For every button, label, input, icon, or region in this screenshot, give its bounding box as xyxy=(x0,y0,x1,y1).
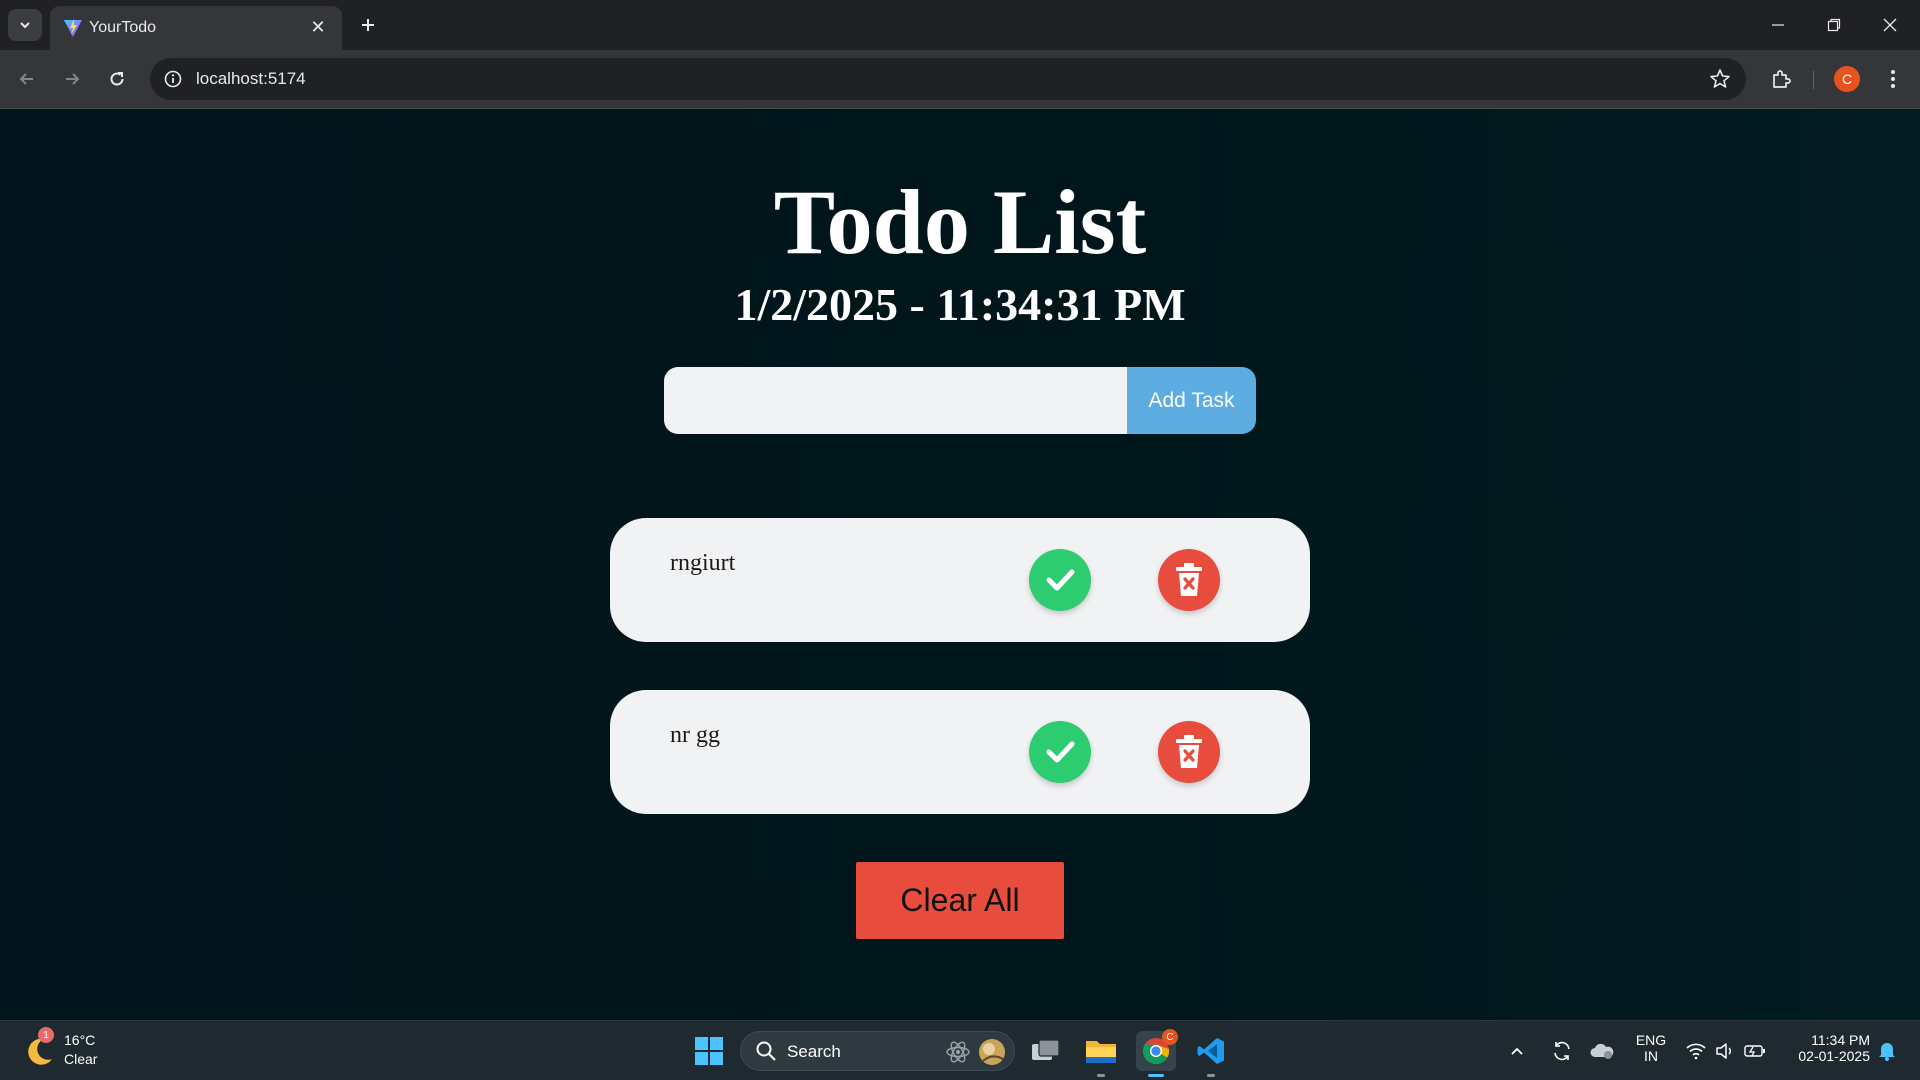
onedrive-tray-icon[interactable] xyxy=(1586,1031,1618,1071)
taskbar-search[interactable]: Search xyxy=(740,1031,1015,1071)
restore-icon xyxy=(1827,18,1841,32)
browser-tab-strip: YourTodo ✕ xyxy=(0,0,1920,50)
address-bar[interactable]: localhost:5174 xyxy=(150,58,1746,100)
close-icon xyxy=(1883,18,1897,32)
weather-temperature: 16°C xyxy=(64,1032,96,1048)
add-task-button[interactable]: Add Task xyxy=(1127,367,1256,434)
file-explorer-button[interactable] xyxy=(1081,1031,1121,1077)
running-indicator xyxy=(1207,1074,1215,1077)
check-icon xyxy=(1046,741,1075,763)
restore-button[interactable] xyxy=(1806,0,1862,50)
arrow-right-icon xyxy=(66,73,80,85)
add-task-form: Add Task xyxy=(664,367,1256,434)
wifi-icon[interactable] xyxy=(1681,1031,1711,1071)
weather-condition: Clear xyxy=(64,1051,98,1067)
search-label: Search xyxy=(787,1042,841,1061)
browser-toolbar: localhost:5174 C xyxy=(0,50,1920,109)
chrome-button[interactable]: C xyxy=(1136,1029,1178,1077)
windows-logo-icon xyxy=(695,1037,723,1065)
tab-search-button[interactable] xyxy=(8,9,42,41)
plus-icon xyxy=(362,19,374,31)
start-button[interactable] xyxy=(689,1031,729,1071)
url-text: localhost:5174 xyxy=(196,69,306,88)
trash-icon xyxy=(1176,563,1202,596)
todo-text: rngiurt xyxy=(670,550,736,576)
weather-widget[interactable]: 1 16°C Clear xyxy=(22,1027,132,1073)
search-icon xyxy=(756,1041,776,1061)
sync-tray-icon[interactable] xyxy=(1546,1031,1578,1071)
volume-icon[interactable] xyxy=(1710,1031,1740,1071)
close-window-button[interactable] xyxy=(1862,0,1918,50)
todo-text: nr gg xyxy=(670,722,720,748)
atom-icon xyxy=(946,1041,970,1063)
reload-button[interactable] xyxy=(100,62,134,96)
tab-close-icon[interactable]: ✕ xyxy=(306,15,330,39)
task-view-icon xyxy=(1032,1039,1060,1060)
bell-icon xyxy=(1879,1043,1895,1061)
chevron-down-icon xyxy=(20,22,30,29)
trash-icon xyxy=(1176,735,1202,768)
puzzle-icon xyxy=(1773,70,1791,88)
browser-menu-button[interactable] xyxy=(1876,62,1910,96)
more-vert-icon xyxy=(1891,70,1895,88)
task-view-button[interactable] xyxy=(1026,1031,1066,1071)
complete-button[interactable] xyxy=(1029,721,1091,783)
site-info-icon[interactable] xyxy=(160,66,186,92)
forward-button[interactable] xyxy=(55,62,89,96)
avatar: C xyxy=(1834,66,1860,92)
check-icon xyxy=(1046,569,1075,591)
windows-taskbar: 1 16°C Clear Search C ENG IN 11:34 PM 02… xyxy=(0,1020,1920,1080)
running-indicator xyxy=(1097,1074,1105,1077)
clock-date: 02-01-2025 xyxy=(1798,1048,1870,1064)
running-indicator xyxy=(1148,1074,1164,1077)
browser-tab-active[interactable]: YourTodo ✕ xyxy=(50,6,342,50)
task-input[interactable] xyxy=(664,367,1134,434)
current-datetime: 1/2/2025 - 11:34:31 PM xyxy=(734,279,1186,330)
language-indicator[interactable]: ENG IN xyxy=(1628,1032,1674,1064)
clock-time: 11:34 PM xyxy=(1811,1032,1870,1048)
battery-icon[interactable] xyxy=(1740,1031,1770,1071)
minimize-icon xyxy=(1772,24,1784,26)
weather-badge: 1 xyxy=(38,1027,54,1043)
clock[interactable]: 11:34 PM 02-01-2025 xyxy=(1780,1032,1870,1064)
todo-item: rngiurt xyxy=(610,518,1310,642)
folder-icon xyxy=(1086,1041,1116,1063)
chrome-profile-badge: C xyxy=(1162,1029,1178,1045)
delete-button[interactable] xyxy=(1158,549,1220,611)
toolbar-separator xyxy=(1813,71,1814,89)
todo-item: nr gg xyxy=(610,690,1310,814)
clear-all-button[interactable]: Clear All xyxy=(856,862,1064,939)
page-title: Todo List xyxy=(773,171,1147,273)
language-code: ENG xyxy=(1635,1032,1667,1048)
bing-highlight-icon xyxy=(979,1039,1005,1065)
profile-button[interactable]: C xyxy=(1830,62,1864,96)
show-hidden-icons-button[interactable] xyxy=(1502,1031,1532,1071)
region-code: IN xyxy=(1644,1048,1658,1064)
vscode-icon xyxy=(1197,1038,1224,1064)
notifications-button[interactable] xyxy=(1872,1031,1902,1071)
reload-icon xyxy=(110,72,124,86)
arrow-left-icon xyxy=(19,73,33,85)
complete-button[interactable] xyxy=(1029,549,1091,611)
chevron-up-icon xyxy=(1511,1047,1523,1055)
tab-title: YourTodo xyxy=(89,19,157,36)
extensions-button[interactable] xyxy=(1764,62,1798,96)
vscode-button[interactable] xyxy=(1191,1031,1231,1077)
todo-app-page: Todo List 1/2/2025 - 11:34:31 PM Add Tas… xyxy=(0,109,1920,1020)
back-button[interactable] xyxy=(10,62,44,96)
minimize-button[interactable] xyxy=(1750,0,1806,50)
vite-favicon-icon xyxy=(64,19,82,37)
delete-button[interactable] xyxy=(1158,721,1220,783)
new-tab-button[interactable] xyxy=(352,9,384,41)
bookmark-star-icon[interactable] xyxy=(1708,67,1732,91)
